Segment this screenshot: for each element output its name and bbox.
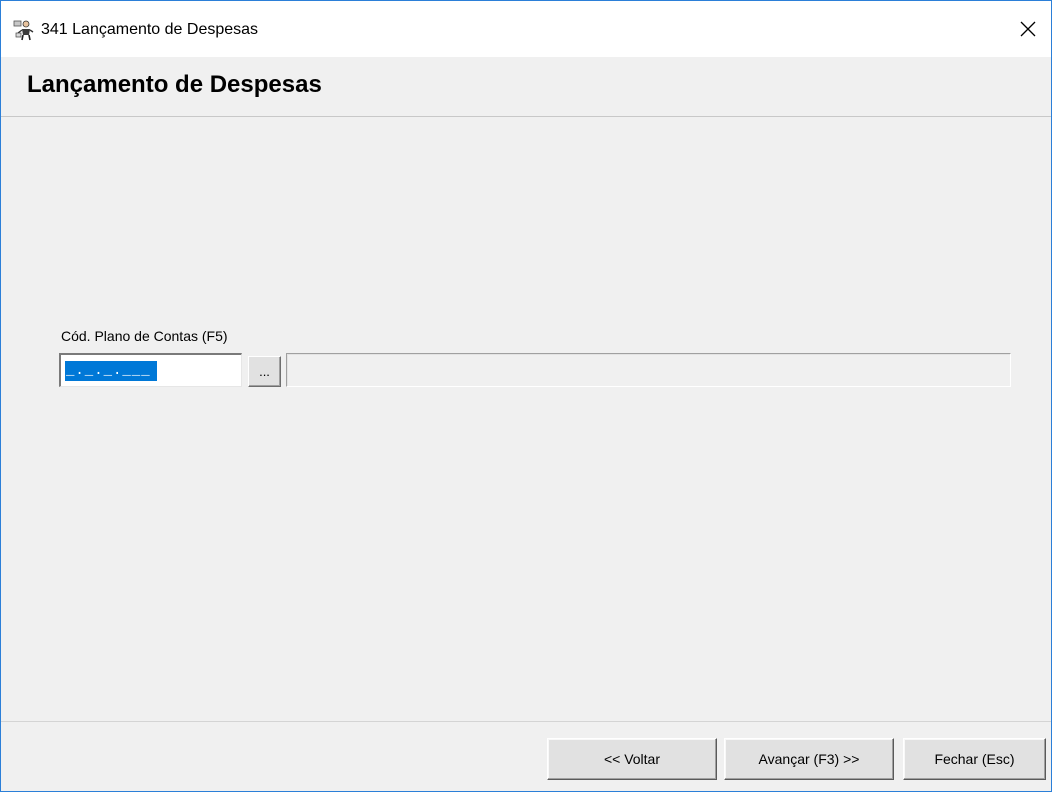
account-description-field (286, 353, 1011, 387)
account-code-input[interactable]: _._._.___ (59, 353, 242, 387)
dialog-window: 341 Lançamento de Despesas Lançamento de… (0, 0, 1052, 792)
next-button[interactable]: Avançar (F3) >> (724, 738, 894, 780)
account-code-selected-text: _._._.___ (65, 361, 157, 381)
close-button[interactable] (1005, 13, 1051, 49)
app-person-icon (13, 19, 35, 41)
button-bar: << Voltar Avançar (F3) >> Fechar (Esc) (1, 721, 1051, 791)
close-dialog-button[interactable]: Fechar (Esc) (903, 738, 1046, 780)
close-icon (1019, 20, 1037, 43)
form-area: Cód. Plano de Contas (F5) _._._.___ ... (1, 118, 1051, 721)
title-bar[interactable]: 341 Lançamento de Despesas (1, 1, 1051, 57)
page-title: Lançamento de Despesas (27, 71, 322, 98)
back-button[interactable]: << Voltar (547, 738, 717, 780)
account-lookup-button[interactable]: ... (248, 356, 281, 387)
window-title: 341 Lançamento de Despesas (41, 21, 259, 38)
account-code-label: Cód. Plano de Contas (F5) (61, 328, 228, 344)
page-header: Lançamento de Despesas (1, 57, 1051, 117)
